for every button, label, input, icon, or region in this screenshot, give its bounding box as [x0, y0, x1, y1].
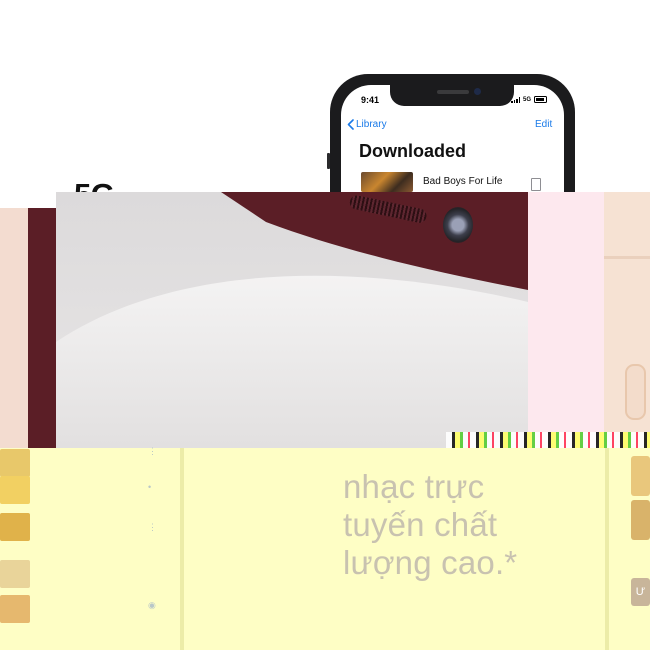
- network-label: 5G: [523, 96, 532, 103]
- signal-icon: [511, 96, 520, 103]
- chevron-left-icon: [347, 119, 354, 130]
- front-camera-icon: [474, 88, 481, 95]
- screen-title: Downloaded: [359, 141, 466, 161]
- movie-thumbnail[interactable]: [361, 172, 413, 192]
- camera-lens-icon: [443, 207, 473, 243]
- battery-icon: [534, 96, 548, 103]
- more-icon[interactable]: ⋮: [148, 522, 157, 533]
- status-time: 9:41: [361, 95, 380, 105]
- promo-line: tuyến chất: [343, 506, 498, 543]
- peach-divider: [604, 256, 650, 259]
- more-icon[interactable]: ⋮: [148, 446, 157, 457]
- podcast-artwork[interactable]: [0, 595, 30, 623]
- podcast-artwork[interactable]: [0, 513, 30, 541]
- movie-title[interactable]: Bad Boys For Life: [423, 176, 502, 187]
- column-divider: [605, 448, 609, 650]
- status-indicators: 5G: [511, 96, 548, 103]
- side-button: [327, 153, 330, 169]
- left-edge-gap: [0, 192, 28, 208]
- peach-side-button: [625, 364, 646, 420]
- pink-panel: [528, 192, 604, 448]
- back-button-label: Library: [356, 119, 387, 130]
- podcast-artwork[interactable]: [0, 476, 30, 504]
- phone-frame-edge: [28, 208, 58, 448]
- promo-text: nhạc trực tuyến chất lượng cao.*: [343, 430, 603, 582]
- podcast-artwork[interactable]: [0, 560, 30, 588]
- download-icon[interactable]: ◉: [148, 600, 156, 611]
- podcast-artwork[interactable]: [0, 449, 30, 477]
- edit-button[interactable]: Edit: [535, 119, 552, 130]
- earpiece-speaker: [437, 90, 469, 94]
- album-badge[interactable]: Ư: [631, 578, 650, 606]
- album-artwork[interactable]: [631, 456, 650, 496]
- album-artwork[interactable]: [631, 500, 650, 540]
- more-icon[interactable]: •: [148, 482, 151, 492]
- back-button[interactable]: Library: [347, 119, 387, 130]
- promo-line: lượng cao.*: [343, 544, 518, 581]
- downloaded-icon: [531, 178, 541, 191]
- column-divider: [180, 448, 184, 650]
- promo-line: nhạc trực: [343, 468, 485, 505]
- left-edge-panel: [0, 192, 28, 448]
- phone-notch: [390, 84, 514, 106]
